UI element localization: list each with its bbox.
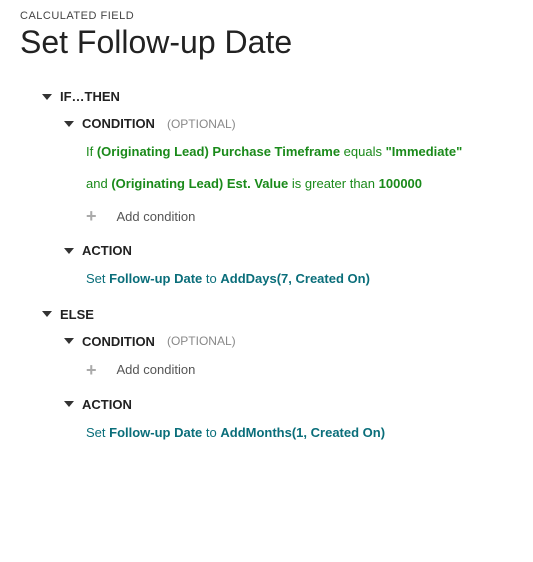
cond-value: "Immediate" [386,144,463,159]
action-prefix: Set [86,425,109,440]
action-to: to [202,271,220,286]
caret-down-icon [64,338,74,344]
optional-label: (OPTIONAL) [167,117,236,131]
action-func: AddDays(7, Created On) [220,271,370,286]
add-condition-button[interactable]: + Add condition [86,207,513,225]
condition-label: CONDITION [82,116,155,131]
add-condition-label: Add condition [117,362,196,377]
else-condition-block: CONDITION (OPTIONAL) + Add condition [64,334,513,379]
cond-field: (Originating Lead) Purchase Timeframe [97,144,340,159]
action-field: Follow-up Date [109,425,202,440]
cond-prefix: If [86,144,97,159]
header-label: CALCULATED FIELD [20,10,513,22]
action-line[interactable]: Set Follow-up Date to AddDays(7, Created… [86,270,513,288]
ifthen-header[interactable]: IF…THEN [42,89,513,104]
cond-value: 100000 [379,176,422,191]
action-field: Follow-up Date [109,271,202,286]
else-header[interactable]: ELSE [42,307,513,322]
plus-icon: + [86,361,97,379]
caret-down-icon [42,94,52,100]
action-label: ACTION [82,397,132,412]
else-action-block: ACTION Set Follow-up Date to AddMonths(1… [64,397,513,442]
add-condition-button[interactable]: + Add condition [86,361,513,379]
ifthen-label: IF…THEN [60,89,120,104]
caret-down-icon [64,121,74,127]
page-title: Set Follow-up Date [20,24,513,61]
caret-down-icon [64,248,74,254]
cond-field: (Originating Lead) Est. Value [111,176,288,191]
else-block: ELSE CONDITION (OPTIONAL) + Add conditio… [42,307,513,442]
action-label: ACTION [82,243,132,258]
plus-icon: + [86,207,97,225]
else-action-header[interactable]: ACTION [64,397,513,412]
ifthen-action-block: ACTION Set Follow-up Date to AddDays(7, … [64,243,513,288]
ifthen-action-header[interactable]: ACTION [64,243,513,258]
cond-op: equals [340,144,386,159]
action-line[interactable]: Set Follow-up Date to AddMonths(1, Creat… [86,424,513,442]
else-label: ELSE [60,307,94,322]
condition-label: CONDITION [82,334,155,349]
ifthen-block: IF…THEN CONDITION (OPTIONAL) If (Origina… [42,89,513,289]
cond-prefix: and [86,176,111,191]
add-condition-label: Add condition [117,209,196,224]
optional-label: (OPTIONAL) [167,334,236,348]
caret-down-icon [42,311,52,317]
else-condition-header[interactable]: CONDITION (OPTIONAL) [64,334,513,349]
cond-op: is greater than [288,176,378,191]
caret-down-icon [64,401,74,407]
condition-line-1[interactable]: If (Originating Lead) Purchase Timeframe… [86,143,513,161]
action-to: to [202,425,220,440]
ifthen-condition-block: CONDITION (OPTIONAL) If (Originating Lea… [64,116,513,225]
ifthen-condition-header[interactable]: CONDITION (OPTIONAL) [64,116,513,131]
action-prefix: Set [86,271,109,286]
action-func: AddMonths(1, Created On) [220,425,385,440]
condition-line-2[interactable]: and (Originating Lead) Est. Value is gre… [86,175,513,193]
